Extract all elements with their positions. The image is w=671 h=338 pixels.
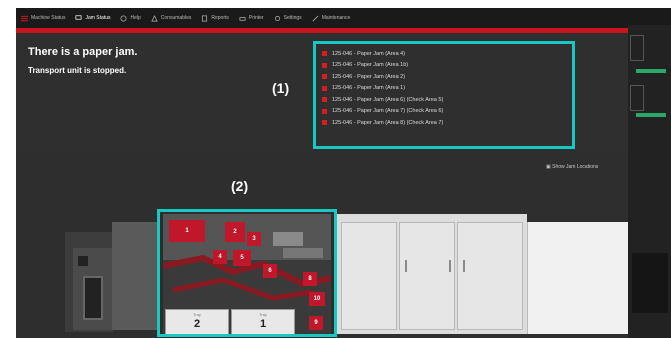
error-icon bbox=[322, 51, 327, 57]
error-list-item[interactable]: 125-046 - Paper Jam (Area 2) bbox=[322, 71, 566, 83]
toolbar-item-help[interactable]: Help bbox=[115, 8, 145, 28]
status-bar bbox=[636, 69, 666, 73]
finisher-door[interactable] bbox=[457, 222, 523, 330]
callout-two: (2) bbox=[231, 178, 249, 194]
door-handle bbox=[463, 260, 465, 272]
printer-icon bbox=[239, 16, 246, 21]
printer-icon bbox=[75, 15, 82, 20]
stacker-module bbox=[527, 222, 628, 334]
toolbar-item-maintenance[interactable]: Maintenance bbox=[307, 8, 356, 28]
consumables-icon bbox=[151, 14, 158, 21]
error-text: 125-046 - Paper Jam (Area 7) (Check Area… bbox=[332, 108, 444, 115]
error-text: 125-046 - Paper Jam (Area 1) bbox=[332, 85, 406, 92]
status-bar bbox=[636, 113, 666, 117]
toolbar-item-label: Machine Status bbox=[31, 15, 66, 21]
side-panel-block bbox=[632, 253, 668, 313]
finisher-door[interactable] bbox=[399, 222, 455, 330]
error-icon bbox=[322, 74, 327, 80]
error-text: 125-046 - Paper Jam (Area 8) (Check Area… bbox=[332, 119, 444, 126]
error-list-item[interactable]: 125-046 - Paper Jam (Area 1) bbox=[322, 83, 566, 95]
error-icon bbox=[322, 62, 327, 68]
door-handle bbox=[405, 260, 407, 272]
error-list-item[interactable]: 125-046 - Paper Jam (Area 7) (Check Area… bbox=[322, 106, 566, 118]
feeder-door[interactable] bbox=[83, 276, 103, 320]
message-subtitle: Transport unit is stopped. bbox=[28, 66, 127, 75]
toolbar-item-reports[interactable]: Reports bbox=[196, 8, 234, 28]
maintenance-icon bbox=[312, 15, 319, 21]
error-text: 125-046 - Paper Jam (Area 4) bbox=[332, 50, 406, 57]
menu-icon bbox=[21, 15, 28, 21]
finisher-module bbox=[337, 214, 527, 334]
settings-icon bbox=[274, 15, 280, 21]
reports-icon bbox=[202, 15, 208, 21]
error-icon bbox=[322, 108, 327, 114]
help-icon bbox=[121, 15, 127, 21]
side-panel-block[interactable] bbox=[630, 35, 644, 61]
feeder-panel bbox=[78, 256, 88, 266]
toolbar-item-jam-status[interactable]: Jam Status bbox=[70, 8, 116, 29]
error-list-item[interactable]: 125-046 - Paper Jam (Area 1b) bbox=[322, 60, 566, 72]
toolbar-item-label: Jam Status bbox=[85, 14, 111, 21]
print-engine-body bbox=[112, 222, 160, 330]
finisher-door[interactable] bbox=[341, 222, 397, 330]
error-list-item[interactable]: 125-046 - Paper Jam (Area 4) bbox=[322, 48, 566, 60]
toolbar-item-settings[interactable]: Settings bbox=[269, 8, 307, 28]
error-list-item[interactable]: 125-046 - Paper Jam (Area 8) (Check Area… bbox=[322, 117, 566, 129]
toolbar-item-label: Maintenance bbox=[321, 15, 351, 21]
toolbar-item-label: Reports bbox=[211, 15, 229, 21]
top-toolbar: Machine Status Jam Status Help Consumabl… bbox=[16, 8, 671, 29]
toolbar-item-label: Settings bbox=[283, 15, 302, 21]
toolbar-item-consumables[interactable]: Consumables bbox=[146, 8, 197, 28]
door-handle bbox=[449, 260, 451, 272]
error-text: 125-046 - Paper Jam (Area 6) (Check Area… bbox=[332, 96, 444, 103]
error-list-item[interactable]: 125-046 - Paper Jam (Area 6) (Check Area… bbox=[322, 94, 566, 106]
callout-one: (1) bbox=[272, 80, 290, 96]
toolbar-item-label: Consumables bbox=[160, 15, 192, 21]
error-list: 125-046 - Paper Jam (Area 4) 125-046 - P… bbox=[313, 41, 575, 149]
message-title: There is a paper jam. bbox=[28, 46, 138, 58]
jam-locations-icon: ▣ bbox=[546, 164, 551, 170]
error-icon bbox=[322, 85, 327, 91]
jam-area-highlight bbox=[157, 209, 337, 337]
side-panel-block[interactable] bbox=[630, 85, 644, 111]
side-panel bbox=[628, 25, 671, 338]
error-text: 125-046 - Paper Jam (Area 1b) bbox=[332, 62, 409, 69]
toolbar-item-label: Printer bbox=[248, 15, 264, 21]
error-icon bbox=[322, 120, 327, 126]
link-label: Show Jam Locations bbox=[552, 164, 599, 170]
toolbar-item-printer[interactable]: Printer bbox=[234, 8, 269, 28]
show-jam-locations-link[interactable]: ▣ Show Jam Locations bbox=[546, 164, 598, 170]
toolbar-item-machine-status[interactable]: Machine Status bbox=[16, 8, 70, 28]
error-text: 125-046 - Paper Jam (Area 2) bbox=[332, 73, 406, 80]
toolbar-item-label: Help bbox=[130, 15, 141, 21]
error-icon bbox=[322, 97, 327, 103]
